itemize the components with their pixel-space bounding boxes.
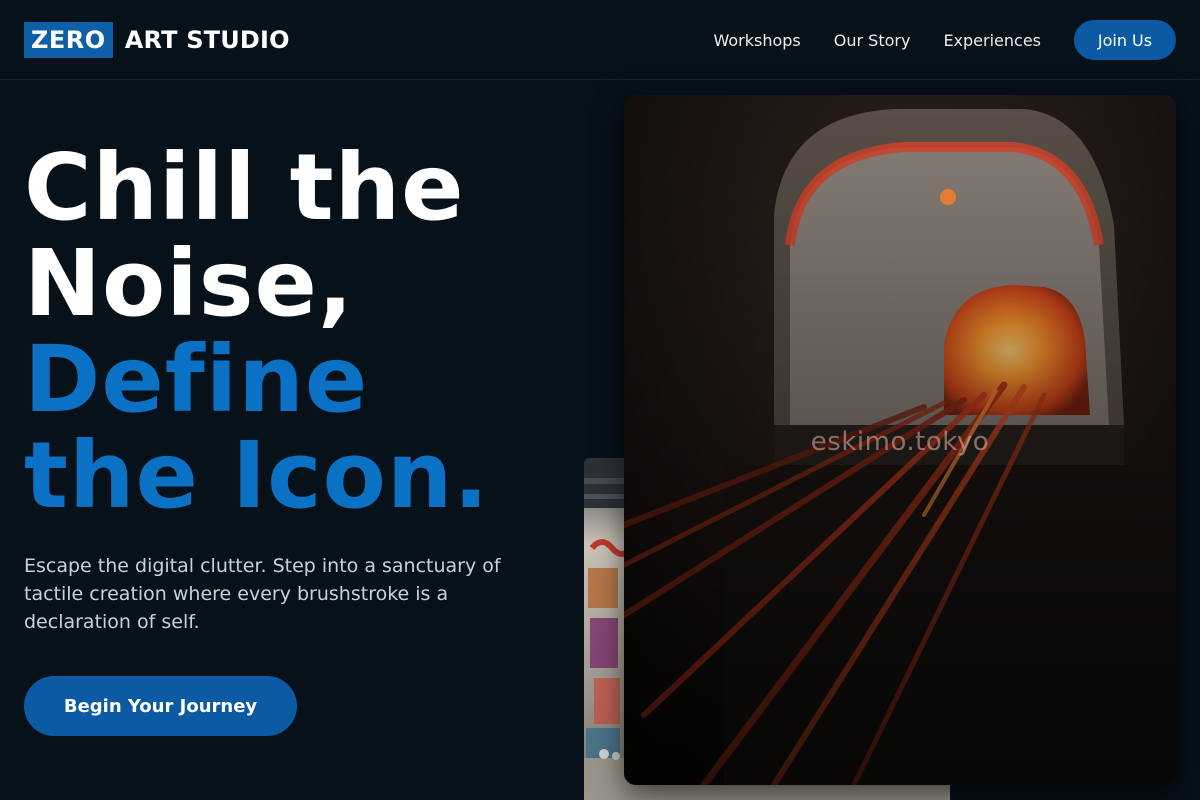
nav-link-our-story[interactable]: Our Story bbox=[834, 31, 911, 50]
hero-title-line-1: Chill the bbox=[24, 134, 465, 241]
nav-link-workshops[interactable]: Workshops bbox=[713, 31, 800, 50]
hero-title-line-4: the Icon. bbox=[24, 422, 490, 529]
nav-link-experiences[interactable]: Experiences bbox=[943, 31, 1041, 50]
hero-title-line-2: Noise, bbox=[24, 230, 354, 337]
begin-journey-button[interactable]: Begin Your Journey bbox=[24, 676, 297, 736]
main-nav: Workshops Our Story Experiences Join Us bbox=[713, 0, 1176, 80]
brand-logo[interactable]: ZERO ART STUDIO bbox=[24, 22, 290, 58]
hero-subtitle: Escape the digital clutter. Step into a … bbox=[24, 555, 501, 633]
logo-text: ART STUDIO bbox=[124, 26, 290, 54]
image-watermark: eskimo.tokyo bbox=[810, 427, 990, 457]
site-header: ZERO ART STUDIO Workshops Our Story Expe… bbox=[0, 0, 1200, 80]
landing-page: ZERO ART STUDIO Workshops Our Story Expe… bbox=[0, 0, 1200, 800]
hero-title-line-3: Define bbox=[24, 326, 369, 433]
logo-badge: ZERO bbox=[24, 22, 113, 58]
furnace-photo: eskimo.tokyo bbox=[624, 95, 1176, 785]
join-us-button[interactable]: Join Us bbox=[1074, 20, 1176, 60]
hero-title: Chill the Noise, Define the Icon. bbox=[24, 140, 489, 524]
